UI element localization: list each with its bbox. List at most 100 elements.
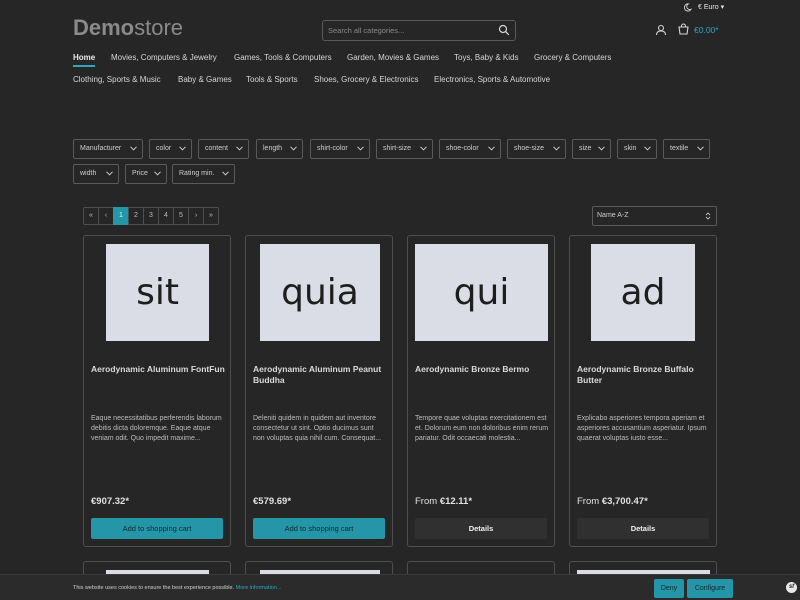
- product-card[interactable]: quia Aerodynamic Aluminum Peanut Buddha …: [245, 235, 393, 547]
- pagination-first-button[interactable]: «: [83, 207, 99, 225]
- currency-label: € Euro: [698, 4, 719, 11]
- logo-bold-text: Demo: [73, 15, 135, 40]
- product-price: From €12.11*: [415, 496, 472, 507]
- chevron-down-icon: [488, 146, 495, 151]
- product-image[interactable]: ad: [591, 244, 695, 341]
- filter-shoe-size[interactable]: shoe-size: [507, 139, 566, 159]
- nav-item-movies-computers-jewelry[interactable]: Movies, Computers & Jewelry: [111, 52, 217, 64]
- symfony-toolbar-icon[interactable]: sf: [786, 582, 797, 593]
- add-to-cart-button[interactable]: Add to shopping cart: [91, 518, 223, 539]
- filter-width[interactable]: width: [73, 164, 119, 184]
- sort-select[interactable]: Name A-Z: [592, 206, 717, 226]
- filter-label: shoe-size: [514, 145, 544, 152]
- product-name[interactable]: Aerodynamic Aluminum FontFun: [91, 364, 225, 375]
- chevron-down-icon: [357, 146, 364, 151]
- nav-item-tools-sports[interactable]: Tools & Sports: [246, 74, 298, 86]
- chevron-down-icon: [553, 146, 560, 151]
- cart-icon[interactable]: [677, 23, 690, 36]
- product-image[interactable]: quia: [260, 244, 380, 341]
- filter-size[interactable]: size: [572, 139, 611, 159]
- filter-textile[interactable]: textile: [663, 139, 710, 159]
- nav-item-garden-movies-games[interactable]: Garden, Movies & Games: [347, 52, 439, 64]
- product-price: €579.69*: [253, 496, 291, 507]
- cookie-deny-button[interactable]: Deny: [654, 579, 684, 598]
- details-button[interactable]: Details: [415, 518, 547, 539]
- product-image[interactable]: qui: [415, 244, 548, 341]
- filter-label: width: [80, 170, 97, 177]
- pagination-next-button[interactable]: ›: [188, 207, 204, 225]
- filter-manufacturer[interactable]: Manufacturer: [73, 139, 143, 159]
- sort-selected-value: Name A-Z: [597, 212, 629, 219]
- details-button[interactable]: Details: [577, 518, 709, 539]
- product-image[interactable]: sit: [106, 244, 209, 341]
- pagination-page-3[interactable]: 3: [143, 207, 159, 225]
- chevron-down-icon: [598, 146, 605, 151]
- nav-item-grocery-computers[interactable]: Grocery & Computers: [534, 52, 611, 64]
- chevron-down-icon: [106, 171, 113, 176]
- chevron-down-icon: [154, 171, 161, 176]
- pagination-page-2[interactable]: 2: [128, 207, 144, 225]
- cookie-configure-button[interactable]: Configure: [687, 579, 733, 598]
- product-name[interactable]: Aerodynamic Aluminum Peanut Buddha: [253, 364, 387, 386]
- nav-item-toys-baby-kids[interactable]: Toys, Baby & Kids: [454, 52, 518, 64]
- header: Demostore € Euro ▾ €0.00*: [0, 0, 800, 48]
- nav-item-electronics-sports-automotive[interactable]: Electronics, Sports & Automotive: [434, 74, 550, 86]
- nav-item-home[interactable]: Home: [73, 52, 96, 67]
- pagination-page-4[interactable]: 4: [158, 207, 174, 225]
- filter-label: Manufacturer: [80, 145, 122, 152]
- nav-item-clothing-sports-music[interactable]: Clothing, Sports & Music: [73, 74, 161, 86]
- filter-content[interactable]: content: [198, 139, 249, 159]
- product-name[interactable]: Aerodynamic Bronze Buffalo Butter: [577, 364, 711, 386]
- user-icon[interactable]: [655, 24, 667, 36]
- pagination-prev-button[interactable]: ‹: [98, 207, 114, 225]
- search-box: [322, 20, 516, 41]
- price-value: €907.32*: [91, 496, 130, 507]
- product-name[interactable]: Aerodynamic Bronze Bermo: [415, 364, 549, 375]
- add-to-cart-button[interactable]: Add to shopping cart: [253, 518, 385, 539]
- filter-length[interactable]: length: [256, 139, 303, 159]
- chevron-down-icon: [697, 146, 704, 151]
- pagination-page-5[interactable]: 5: [173, 207, 189, 225]
- filter-label: Rating min.: [179, 170, 215, 177]
- nav-item-games-tools-computers[interactable]: Games, Tools & Computers: [234, 52, 332, 64]
- pagination-last-button[interactable]: »: [203, 207, 219, 225]
- nav-item-shoes-grocery-electronics[interactable]: Shoes, Grocery & Electronics: [314, 74, 418, 86]
- cookie-text: This website uses cookies to ensure the …: [73, 585, 282, 591]
- product-card[interactable]: sit Aerodynamic Aluminum FontFun Eaque n…: [83, 235, 231, 547]
- pagination-page-1[interactable]: 1: [113, 207, 129, 225]
- logo-light-text: store: [134, 15, 184, 40]
- pagination: « ‹ 1 2 3 4 5 › »: [83, 207, 219, 225]
- filter-label: shoe-color: [446, 145, 479, 152]
- cookie-more-info-link[interactable]: More information...: [236, 585, 282, 591]
- product-card[interactable]: qui Aerodynamic Bronze Bermo Tempore qua…: [407, 235, 555, 547]
- chevron-down-icon: [644, 146, 651, 151]
- cart-total[interactable]: €0.00*: [694, 25, 719, 35]
- product-description: Eaque necessitatibus perferendis laborum…: [91, 415, 222, 442]
- filter-price[interactable]: Price: [125, 164, 167, 184]
- nav-item-baby-games[interactable]: Baby & Games: [178, 74, 232, 86]
- chevron-down-icon: [420, 146, 427, 151]
- price-value: €3,700.47*: [601, 496, 648, 507]
- product-description: Explicabo asperiores tempora aperiam et …: [577, 415, 707, 442]
- chevron-down-icon: ▾: [720, 4, 725, 11]
- currency-selector[interactable]: € Euro ▾: [698, 3, 724, 11]
- search-input[interactable]: [323, 21, 493, 40]
- search-icon[interactable]: [498, 24, 510, 36]
- filter-skin[interactable]: skin: [617, 139, 657, 159]
- filter-color[interactable]: color: [149, 139, 192, 159]
- filter-shirt-color[interactable]: shirt-color: [310, 139, 370, 159]
- filter-label: size: [579, 145, 592, 152]
- price-prefix: From: [577, 496, 602, 507]
- chevron-down-icon: [290, 146, 297, 151]
- filter-rating-min[interactable]: Rating min.: [172, 164, 235, 184]
- filter-label: textile: [670, 145, 689, 152]
- theme-toggle-icon[interactable]: [683, 3, 692, 12]
- product-price: From €3,700.47*: [577, 496, 648, 507]
- filter-shirt-size[interactable]: shirt-size: [376, 139, 433, 159]
- filter-shoe-color[interactable]: shoe-color: [439, 139, 501, 159]
- filter-label: shirt-color: [317, 145, 348, 152]
- store-logo[interactable]: Demostore: [73, 16, 183, 40]
- filter-label: Price: [132, 170, 148, 177]
- product-description: Tempore quae voluptas exercitationem est…: [415, 415, 549, 442]
- product-card[interactable]: ad Aerodynamic Bronze Buffalo Butter Exp…: [569, 235, 717, 547]
